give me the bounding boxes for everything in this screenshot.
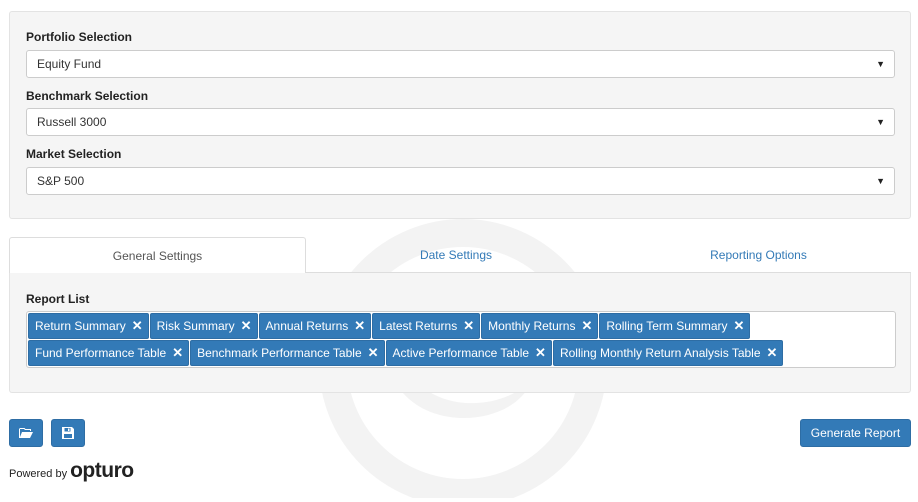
- report-tag: Rolling Monthly Return Analysis Table ✕: [552, 340, 784, 366]
- powered-by: Powered by opturo: [9, 459, 134, 483]
- caret-down-icon: ▼: [876, 117, 885, 127]
- floppy-disk-icon: [62, 427, 74, 439]
- generate-report-button[interactable]: Generate Report: [800, 419, 911, 447]
- report-tag: Fund Performance Table ✕: [28, 340, 190, 366]
- remove-tag-icon[interactable]: ✕: [172, 345, 183, 361]
- report-tag-label: Active Performance Table: [392, 346, 530, 360]
- market-select[interactable]: S&P 500 ▼: [26, 167, 895, 195]
- remove-tag-icon[interactable]: ✕: [132, 318, 143, 334]
- tab-divider: [305, 272, 911, 273]
- remove-tag-icon[interactable]: ✕: [767, 345, 778, 361]
- report-tag: Rolling Term Summary ✕: [599, 313, 751, 339]
- tab-date-settings[interactable]: Date Settings: [306, 237, 606, 273]
- portfolio-selection-label: Portfolio Selection: [26, 30, 133, 44]
- report-tag-label: Rolling Term Summary: [606, 319, 728, 333]
- settings-tabs: General Settings Date Settings Reporting…: [9, 237, 911, 273]
- report-tag: Risk Summary ✕: [149, 313, 258, 339]
- market-select-value: S&P 500: [37, 174, 85, 188]
- report-tag: Return Summary ✕: [28, 313, 149, 339]
- report-tag: Benchmark Performance Table ✕: [190, 340, 385, 366]
- tab-reporting-options[interactable]: Reporting Options: [606, 237, 911, 273]
- portfolio-select-value: Equity Fund: [37, 57, 102, 71]
- benchmark-select-value: Russell 3000: [37, 115, 107, 129]
- report-list-label: Report List: [26, 292, 90, 306]
- market-selection-label: Market Selection: [26, 147, 122, 161]
- folder-open-icon: [19, 428, 33, 438]
- save-button[interactable]: [51, 419, 85, 447]
- report-tag-label: Risk Summary: [156, 319, 235, 333]
- report-tag: Active Performance Table ✕: [385, 340, 552, 366]
- caret-down-icon: ▼: [876, 176, 885, 186]
- powered-by-text: Powered by: [9, 468, 68, 480]
- report-tag-label: Monthly Returns: [488, 319, 576, 333]
- report-tag-label: Return Summary: [35, 319, 126, 333]
- report-tag-label: Benchmark Performance Table: [197, 346, 362, 360]
- remove-tag-icon[interactable]: ✕: [734, 318, 745, 334]
- report-tag: Latest Returns ✕: [372, 313, 481, 339]
- report-tag-row: Return Summary ✕ Risk Summary ✕ Annual Retur…: [28, 313, 895, 339]
- caret-down-icon: ▼: [876, 59, 885, 69]
- tab-general-settings[interactable]: General Settings: [9, 237, 306, 273]
- benchmark-select[interactable]: Russell 3000 ▼: [26, 108, 895, 136]
- opturo-logo: opturo: [70, 459, 134, 482]
- remove-tag-icon[interactable]: ✕: [241, 318, 252, 334]
- remove-tag-icon[interactable]: ✕: [581, 318, 592, 334]
- remove-tag-icon[interactable]: ✕: [354, 318, 365, 334]
- report-tag: Annual Returns ✕: [258, 313, 372, 339]
- report-list-input[interactable]: Return Summary ✕ Risk Summary ✕ Annual Retur…: [26, 311, 896, 368]
- report-tag: Monthly Returns ✕: [481, 313, 599, 339]
- report-tag-label: Rolling Monthly Return Analysis Table: [559, 346, 761, 360]
- report-tag-row: Fund Performance Table ✕ Benchmark Perform…: [28, 340, 895, 366]
- report-tag-label: Fund Performance Table: [35, 346, 167, 360]
- portfolio-select[interactable]: Equity Fund ▼: [26, 50, 895, 78]
- selection-panel: Portfolio Selection Equity Fund ▼ Benchm…: [9, 11, 911, 219]
- remove-tag-icon[interactable]: ✕: [535, 345, 546, 361]
- general-settings-panel: Report List Return Summary ✕ Risk Summary ✕…: [9, 272, 911, 393]
- report-tag-label: Latest Returns: [379, 319, 458, 333]
- benchmark-selection-label: Benchmark Selection: [26, 89, 149, 103]
- remove-tag-icon[interactable]: ✕: [463, 318, 474, 334]
- report-tag-label: Annual Returns: [265, 319, 349, 333]
- open-button[interactable]: [9, 419, 43, 447]
- remove-tag-icon[interactable]: ✕: [368, 345, 379, 361]
